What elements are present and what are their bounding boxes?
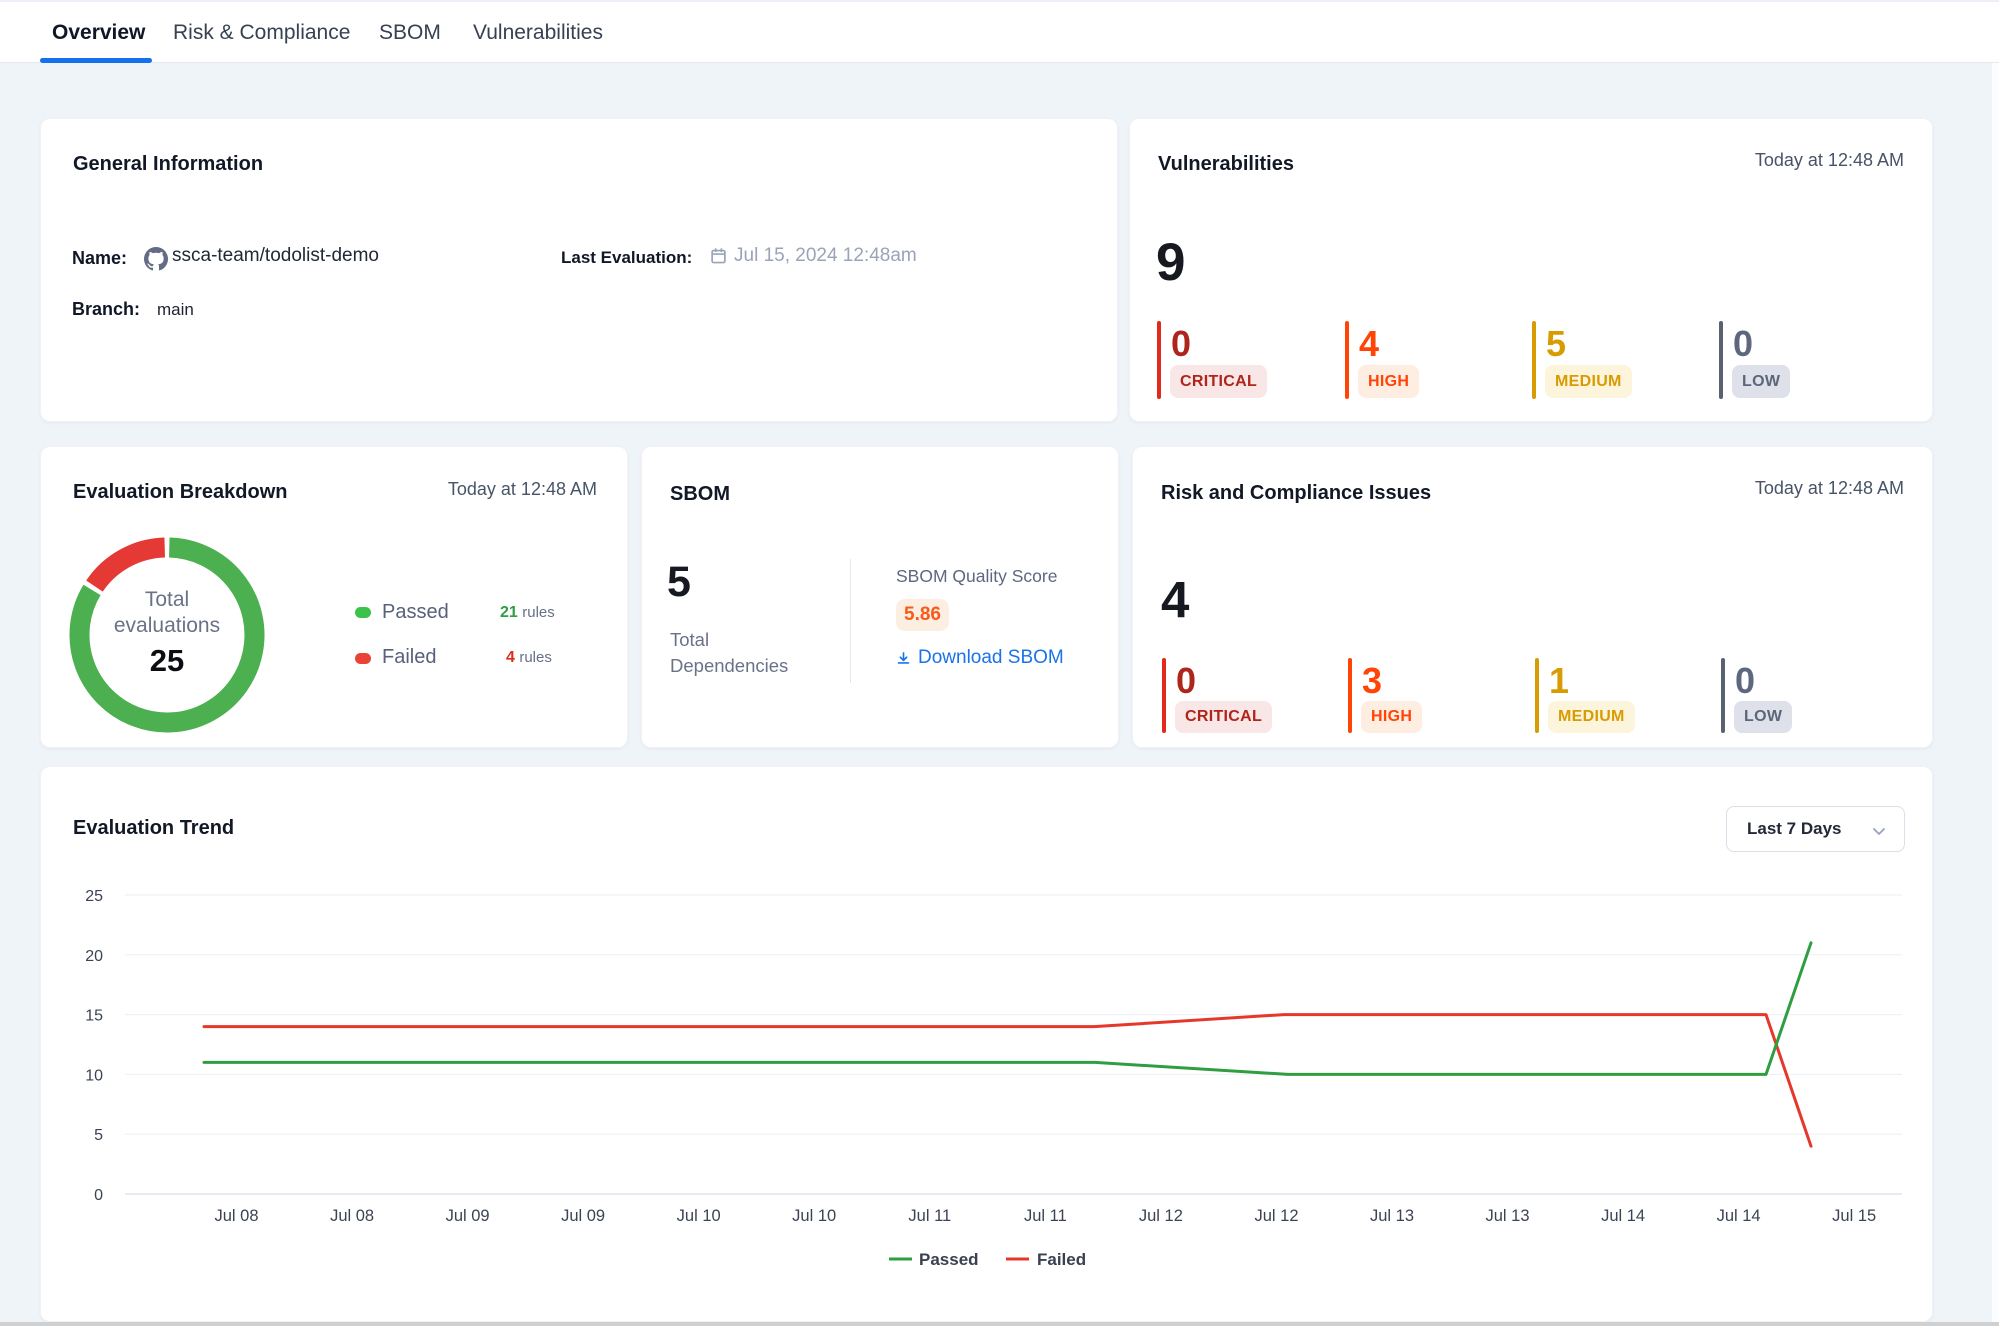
svg-text:Jul 14: Jul 14 [1717,1207,1761,1225]
svg-text:15: 15 [85,1008,103,1025]
svg-text:Jul 12: Jul 12 [1139,1207,1183,1225]
svg-text:Jul 13: Jul 13 [1485,1207,1529,1225]
svg-text:10: 10 [85,1067,103,1084]
svg-text:Jul 08: Jul 08 [214,1207,258,1225]
svg-text:Jul 09: Jul 09 [561,1207,605,1225]
svg-text:Jul 10: Jul 10 [677,1207,721,1225]
svg-text:Jul 11: Jul 11 [1024,1207,1067,1225]
svg-text:Jul 10: Jul 10 [792,1207,836,1225]
svg-text:5: 5 [94,1127,103,1144]
svg-text:20: 20 [85,948,103,965]
svg-text:Passed: Passed [919,1250,979,1269]
svg-text:25: 25 [85,888,103,905]
svg-text:0: 0 [94,1187,103,1204]
svg-text:Jul 15: Jul 15 [1832,1207,1876,1225]
svg-text:Jul 08: Jul 08 [330,1207,374,1225]
svg-text:Jul 12: Jul 12 [1254,1207,1298,1225]
svg-text:Jul 09: Jul 09 [446,1207,490,1225]
svg-text:Jul 14: Jul 14 [1601,1207,1645,1225]
svg-text:Failed: Failed [1037,1250,1086,1269]
svg-text:Jul 13: Jul 13 [1370,1207,1414,1225]
svg-text:Jul 11: Jul 11 [908,1207,951,1225]
